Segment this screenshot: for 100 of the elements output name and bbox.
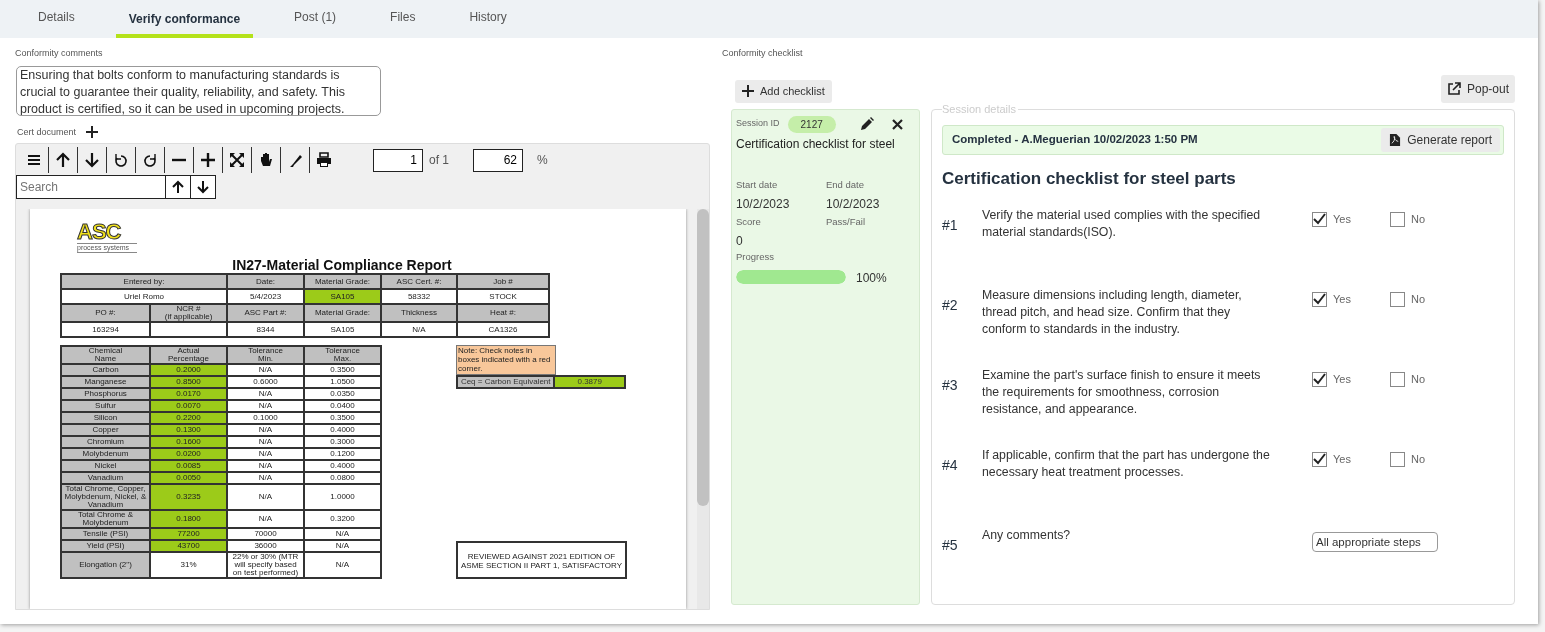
session-id-badge: 2127 — [787, 115, 836, 133]
session-card[interactable]: Session ID 2127 Certification checklist for steel Start date 10/2/2023 End date 10/2/2023 Score 0 Pass/Fail Progress 100% — [731, 108, 920, 605]
column-header: ASC Cert. #: — [381, 274, 457, 289]
item-number: #1 — [942, 215, 959, 235]
pop-out-button[interactable]: Pop-out — [1440, 74, 1515, 103]
comments-field[interactable]: Ensuring that bolts conform to manufacturing standards is crucial to guarantee their quality, reliability, and safety. This product is certified, so it can be used in upcoming projects. — [16, 65, 381, 116]
table-cell: Elongation (2") — [61, 552, 150, 578]
field-value: 10/2/2023 — [826, 195, 881, 213]
close-icon — [892, 118, 903, 130]
down-arrow-icon — [84, 152, 100, 168]
progress-reading: 100% — [856, 270, 887, 288]
review-note: REVIEWED AGAINST 2021 EDITION OF ASME SECTION II PART 1, SATISFACTORY — [456, 541, 627, 579]
external-link-icon — [1446, 81, 1461, 96]
checklist-title: Certification checklist for steel parts — [942, 168, 1237, 189]
add-checklist-button[interactable]: Add checklist — [735, 80, 832, 103]
question-text: Any comments? — [982, 526, 1072, 544]
column-header: Material Grade: — [304, 274, 381, 289]
edit-button[interactable] — [860, 117, 874, 131]
comment-field[interactable]: All appropriate steps — [1312, 531, 1438, 552]
scrollbar-thumb[interactable] — [697, 209, 709, 506]
item-number: #2 — [942, 295, 959, 315]
table-cell: 1.0000 — [304, 484, 381, 510]
search-field[interactable]: Search — [16, 175, 166, 199]
option-label: No — [1411, 451, 1426, 467]
table-cell: N/A — [304, 552, 381, 578]
field-value: 10/2/2023 — [736, 195, 791, 213]
checkbox[interactable] — [1312, 371, 1327, 387]
question-text: If applicable, confirm that the part has undergone the necessary heat treatment processes. — [982, 446, 1271, 481]
option-label: Yes — [1333, 291, 1351, 307]
zoom-unit: % — [537, 152, 548, 169]
item-number: #5 — [942, 535, 959, 555]
tab[interactable]: Details — [25, 0, 88, 38]
session-title: Certification checklist for steel — [736, 135, 896, 153]
field-value: 0 — [736, 233, 744, 250]
plus-icon — [742, 85, 754, 98]
field-label: Pass/Fail — [826, 214, 867, 229]
checkbox[interactable] — [1312, 211, 1327, 227]
print-icon — [316, 152, 332, 168]
table-cell: Total Chrome, Copper, Molybdenum, Nickel, & Vanadium — [61, 484, 150, 510]
pencil-icon — [860, 117, 874, 131]
option-label: No — [1411, 371, 1426, 387]
tab[interactable]: Post (1) — [281, 0, 350, 38]
rotate-left-icon — [113, 152, 129, 168]
table-cell: 0.3879 — [555, 375, 626, 390]
question-text: Verify the material used complies with the specified material standards(ISO). — [982, 206, 1262, 241]
option-label: No — [1411, 291, 1426, 307]
table-cell: N/A — [227, 484, 304, 510]
field-label: Cert document — [17, 125, 77, 139]
checkbox[interactable] — [1312, 451, 1327, 467]
down-arrow-icon — [196, 180, 210, 194]
check-icon — [1313, 212, 1326, 226]
tab[interactable]: History — [456, 0, 520, 38]
checkbox[interactable] — [1390, 451, 1405, 467]
field-label: Score — [736, 214, 762, 229]
hand-icon — [258, 152, 274, 168]
option-label: Yes — [1333, 371, 1351, 387]
fullscreen-icon — [229, 152, 245, 168]
tab[interactable]: Files — [377, 0, 429, 38]
table-cell: 31% — [150, 552, 227, 578]
column-header: Job # — [457, 274, 549, 289]
column-header: Actual Percentage — [150, 346, 227, 364]
option-label: Yes — [1333, 451, 1351, 467]
next-match-button[interactable] — [191, 175, 216, 199]
checkbox[interactable] — [1312, 291, 1327, 307]
add-icon[interactable] — [86, 126, 99, 139]
option-label: Yes — [1333, 211, 1351, 227]
checkbox[interactable] — [1390, 291, 1405, 307]
checkbox[interactable] — [1390, 211, 1405, 227]
generate-report-button[interactable]: Generate report — [1381, 127, 1500, 152]
up-arrow-icon — [55, 152, 71, 168]
column-header: Date: — [227, 274, 304, 289]
column-header: Entered by: — [61, 274, 227, 289]
pdf-file-icon — [1389, 133, 1402, 146]
item-number: #4 — [942, 455, 959, 475]
zoom-in-icon — [200, 152, 216, 168]
question-text: Examine the part's surface finish to ensure it meets the requirements for smoothness, corrosion resistance, and appearance. — [982, 366, 1262, 418]
check-icon — [1313, 372, 1326, 386]
zoom-field[interactable]: 62 — [473, 148, 523, 172]
field-label: Session ID — [736, 117, 780, 131]
table-cell: Ceq = Carbon Equivalent — [456, 375, 556, 390]
report-title: IN27-Material Compliance Report — [231, 257, 453, 273]
delete-button[interactable] — [892, 118, 903, 130]
table-cell: 0.3235 — [150, 484, 227, 510]
menu-icon — [26, 152, 42, 168]
checkbox[interactable] — [1390, 371, 1405, 387]
field-label: Progress — [736, 250, 775, 264]
status-text: Completed - A.Meguerian 10/02/2023 1:50 PM — [952, 131, 1198, 147]
previous-match-button[interactable] — [166, 175, 191, 199]
column-header: Chemical Name — [61, 346, 150, 364]
page-number-field[interactable]: 1 — [373, 148, 423, 172]
check-icon — [1313, 452, 1326, 466]
note-text: Note: Check notes in boxes indicated with a red corner. — [456, 345, 556, 376]
field-label: Conformity checklist — [722, 47, 804, 60]
column-header: Tolerance Max. — [304, 346, 381, 364]
tab[interactable]: Verify conformance — [115, 0, 254, 38]
check-icon — [1313, 292, 1326, 306]
option-label: No — [1411, 211, 1426, 227]
column-header: Tolerance Min. — [227, 346, 304, 364]
rotate-right-icon — [142, 152, 158, 168]
up-arrow-icon — [171, 180, 185, 194]
